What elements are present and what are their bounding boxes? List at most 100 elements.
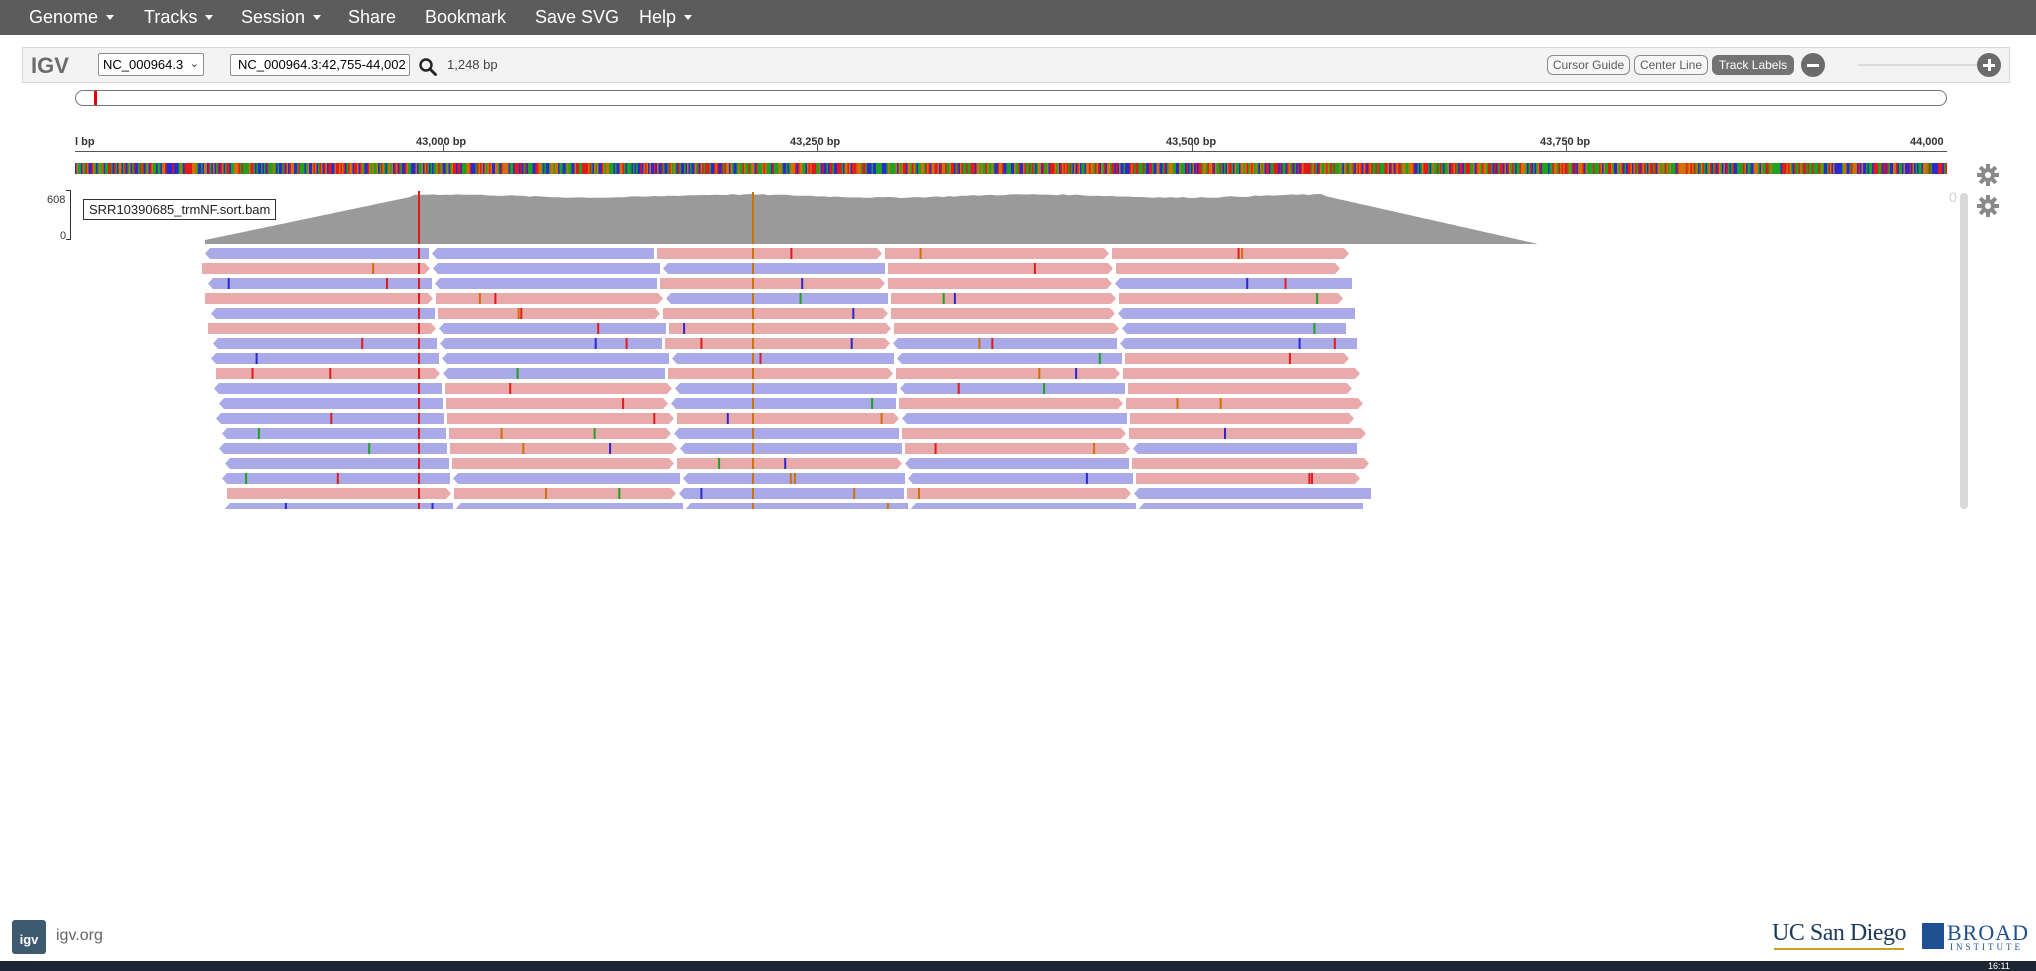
- sequence-base: [123, 163, 125, 174]
- ucsd-logo[interactable]: UC San Diego: [1772, 920, 1907, 947]
- variant-mark: [752, 308, 754, 319]
- sequence-base: [1932, 163, 1934, 174]
- forward-read: [905, 443, 1130, 454]
- sequence-base: [618, 163, 620, 174]
- sequence-base: [1891, 163, 1894, 174]
- sequence-base: [1185, 163, 1187, 174]
- sequence-base: [1678, 163, 1681, 174]
- sequence-base: [406, 163, 409, 174]
- sequence-base: [1767, 163, 1769, 174]
- sequence-base: [601, 163, 604, 174]
- gear-icon[interactable]: [1976, 194, 2000, 218]
- sequence-base: [1033, 163, 1036, 174]
- sequence-base: [546, 163, 548, 174]
- chevron-down-icon: [684, 15, 693, 20]
- sequence-base: [487, 163, 490, 174]
- sequence-base: [1060, 163, 1063, 174]
- mismatch-mark: [372, 263, 375, 274]
- igv-site-link[interactable]: igv.org: [56, 927, 103, 945]
- zoom-in-button[interactable]: [1977, 53, 2001, 77]
- sequence-base: [1453, 163, 1456, 174]
- sequence-base: [181, 163, 184, 174]
- sequence-base: [1122, 163, 1124, 174]
- zoom-out-button[interactable]: [1801, 53, 1825, 77]
- chromosome-ideogram[interactable]: [75, 90, 1947, 106]
- sequence-base: [1594, 163, 1597, 174]
- reverse-read: [433, 263, 660, 274]
- sequence-base: [505, 163, 508, 174]
- sequence-base: [544, 163, 547, 174]
- sequence-base: [309, 163, 311, 174]
- sequence-base: [1053, 163, 1055, 174]
- sequence-base: [1878, 163, 1880, 174]
- mismatch-mark: [700, 488, 703, 499]
- menu-bookmark[interactable]: Bookmark: [425, 0, 506, 35]
- igv-footer-logo[interactable]: igv: [12, 920, 46, 954]
- sequence-base: [346, 163, 349, 174]
- sequence-base: [1143, 163, 1145, 174]
- sequence-base: [1032, 163, 1034, 174]
- sequence-base: [1405, 163, 1408, 174]
- genome-select[interactable]: NC_000964.3 ⌄: [98, 53, 204, 76]
- sequence-base: [906, 163, 908, 174]
- sequence-base: [643, 163, 646, 174]
- menu-help[interactable]: Help: [639, 0, 693, 35]
- sequence-base: [1042, 163, 1045, 174]
- alignment-track[interactable]: [75, 247, 1947, 509]
- search-icon[interactable]: [418, 57, 438, 77]
- coverage-max-label: 608: [47, 194, 66, 206]
- sequence-base: [513, 163, 515, 174]
- track-scrollbar[interactable]: [1960, 193, 1968, 509]
- sequence-base: [1017, 163, 1019, 174]
- menu-session[interactable]: Session: [241, 0, 322, 35]
- sequence-base: [1687, 163, 1690, 174]
- sequence-base: [1672, 163, 1675, 174]
- sequence-base: [846, 163, 848, 174]
- sequence-base: [447, 163, 449, 174]
- gear-icon[interactable]: [1976, 163, 2000, 187]
- sequence-base: [1701, 163, 1703, 174]
- sequence-base: [715, 163, 718, 174]
- forward-read: [899, 398, 1123, 409]
- sequence-base: [1686, 163, 1688, 174]
- track-labels-button[interactable]: Track Labels: [1712, 55, 1794, 75]
- menu-genome[interactable]: Genome: [29, 0, 115, 35]
- sequence-base: [747, 163, 749, 174]
- sequence-base: [925, 163, 928, 174]
- sequence-base: [1081, 163, 1084, 174]
- sequence-base: [1659, 163, 1661, 174]
- sequence-base: [1344, 163, 1346, 174]
- sequence-base: [648, 163, 650, 174]
- cursor-guide-button[interactable]: Cursor Guide: [1547, 55, 1630, 75]
- menu-share[interactable]: Share: [348, 0, 396, 35]
- sequence-base: [1075, 163, 1078, 174]
- zoom-slider-track[interactable]: [1858, 64, 1988, 66]
- sequence-base: [153, 163, 155, 174]
- center-line-button[interactable]: Center Line: [1634, 55, 1708, 75]
- locus-search-input[interactable]: NC_000964.3:42,755-44,002: [230, 54, 410, 76]
- sequence-base: [471, 163, 473, 174]
- sequence-base: [393, 163, 395, 174]
- sequence-base: [363, 163, 365, 174]
- sequence-base: [1267, 163, 1270, 174]
- variant-mark: [418, 353, 420, 364]
- sequence-base: [658, 163, 661, 174]
- sequence-base: [837, 163, 839, 174]
- menu-save-svg[interactable]: Save SVG: [535, 0, 619, 35]
- sequence-base: [594, 163, 596, 174]
- mismatch-mark: [1298, 338, 1301, 349]
- sequence-base: [1225, 163, 1228, 174]
- sequence-base: [1750, 163, 1753, 174]
- sequence-base: [1942, 163, 1945, 174]
- sequence-base: [354, 163, 356, 174]
- mismatch-mark: [793, 473, 796, 484]
- sequence-base: [1038, 163, 1040, 174]
- sequence-base: [289, 163, 292, 174]
- sequence-base: [483, 163, 485, 174]
- sequence-base: [111, 163, 113, 174]
- menu-session-label: Session: [241, 7, 306, 27]
- sequence-base: [1645, 163, 1648, 174]
- variant-mark: [752, 473, 754, 484]
- menu-tracks[interactable]: Tracks: [144, 0, 214, 35]
- mismatch-mark: [1316, 293, 1319, 304]
